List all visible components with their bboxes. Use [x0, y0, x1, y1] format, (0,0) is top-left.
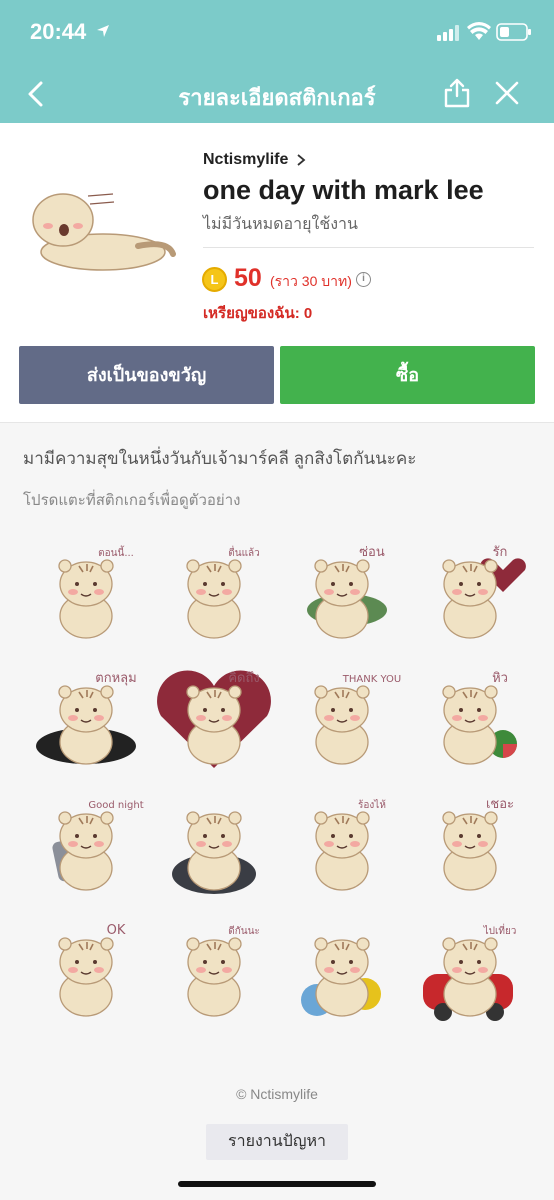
tiger-sticker-icon: [172, 811, 256, 894]
sticker-caption: Good night: [88, 800, 143, 811]
sticker-caption: ตอนนี้...: [98, 545, 134, 559]
sticker-item[interactable]: [149, 782, 279, 912]
package-description: มามีความสุขในหนึ่งวันกับเจ้ามาร์คลี ลูกส…: [23, 449, 417, 468]
share-icon[interactable]: [443, 78, 471, 108]
info-icon[interactable]: i: [356, 272, 371, 287]
sticker-package-title: one day with mark lee: [203, 175, 484, 205]
navigation-bar: รายละเอียดสติกเกอร์: [0, 66, 554, 123]
sticker-item[interactable]: Good night: [21, 782, 151, 912]
tiger-sticker-icon: [301, 937, 381, 1017]
tiger-sticker-icon: หิว: [442, 671, 517, 765]
report-problem-button[interactable]: รายงานปัญหา: [206, 1124, 348, 1160]
my-coins-balance: เหรียญของฉัน: 0: [203, 305, 313, 322]
sticker-item[interactable]: คิดถึง: [149, 656, 279, 786]
sticker-caption: ซ่อน: [359, 545, 385, 560]
sticker-item[interactable]: หิว: [405, 656, 535, 786]
buy-button[interactable]: ซื้อ: [280, 346, 535, 404]
home-indicator: [178, 1181, 376, 1187]
sticker-item[interactable]: เชอะ: [405, 782, 535, 912]
sticker-caption: ไปเที่ยว: [483, 923, 517, 937]
sticker-item[interactable]: รัก: [405, 530, 535, 660]
line-coin-icon: L: [202, 267, 227, 292]
price-value: 50: [234, 264, 262, 292]
battery-icon: [496, 23, 531, 41]
chevron-right-icon[interactable]: [296, 153, 306, 167]
location-arrow-icon: [97, 25, 109, 37]
divider: [203, 247, 534, 248]
sticker-caption: ตื่นแล้ว: [228, 545, 260, 559]
tiger-sticker-icon: คิดถึง: [157, 670, 271, 768]
sticker-caption: รัก: [493, 545, 508, 560]
cellular-signal-icon: [437, 25, 459, 41]
sticker-item[interactable]: ตอนนี้...: [21, 530, 151, 660]
sticker-item[interactable]: OK: [21, 908, 151, 1038]
tiger-sticker-icon: ดีกันนะ: [186, 925, 260, 1017]
wifi-icon: [467, 22, 491, 40]
sticker-caption: ร้องไห้: [358, 799, 386, 811]
top-bar: 20:44 รายละเอียดสติกเกอร์: [0, 0, 554, 123]
tiger-sticker-icon: รัก: [442, 545, 526, 639]
author-link[interactable]: Nctismylife: [203, 151, 288, 169]
sticker-item[interactable]: ตกหลุม: [21, 656, 151, 786]
sticker-caption: OK: [107, 923, 126, 938]
tiger-sticker-icon: Good night: [52, 800, 144, 891]
close-icon[interactable]: [495, 81, 519, 105]
tiger-sticker-icon: ตื่นแล้ว: [186, 545, 260, 639]
send-as-gift-button[interactable]: ส่งเป็นของขวัญ: [19, 346, 274, 404]
sticker-caption: ตกหลุม: [95, 671, 136, 686]
tiger-sticker-icon: เชอะ: [442, 797, 514, 891]
tiger-sticker-icon: ตกหลุม: [36, 671, 137, 765]
sticker-item[interactable]: ดีกันนะ: [149, 908, 279, 1038]
status-bar: 20:44: [0, 0, 554, 66]
copyright-text: © Nctismylife: [236, 1086, 318, 1102]
tiger-sticker-icon: ไปเที่ยว: [423, 923, 517, 1021]
sticker-item[interactable]: THANK YOU: [277, 656, 407, 786]
sticker-item[interactable]: ร้องไห้: [277, 782, 407, 912]
sticker-caption: หิว: [492, 671, 508, 686]
tiger-sticker-icon: ซ่อน: [307, 545, 387, 639]
tiger-sticker-icon: OK: [58, 923, 126, 1017]
price-baht-note: (ราว 30 บาท): [270, 273, 352, 289]
sticker-caption: คิดถึง: [228, 671, 259, 686]
sticker-item[interactable]: ซ่อน: [277, 530, 407, 660]
tiger-sticker-icon: ตอนนี้...: [58, 545, 134, 639]
status-time: 20:44: [30, 19, 87, 44]
sticker-caption: ดีกันนะ: [228, 925, 260, 937]
sticker-item[interactable]: [277, 908, 407, 1038]
tiger-sticker-icon: THANK YOU: [314, 674, 401, 765]
sticker-caption: THANK YOU: [342, 674, 401, 685]
tiger-sticker-icon: ร้องไห้: [314, 799, 386, 891]
preview-hint: โปรดแตะที่สติกเกอร์เพื่อดูตัวอย่าง: [23, 492, 241, 509]
sticker-item[interactable]: ไปเที่ยว: [405, 908, 535, 1038]
sticker-caption: เชอะ: [486, 797, 514, 812]
main-sticker-image: [32, 193, 176, 271]
sticker-item[interactable]: ตื่นแล้ว: [149, 530, 279, 660]
validity-text: ไม่มีวันหมดอายุใช้งาน: [203, 216, 358, 233]
